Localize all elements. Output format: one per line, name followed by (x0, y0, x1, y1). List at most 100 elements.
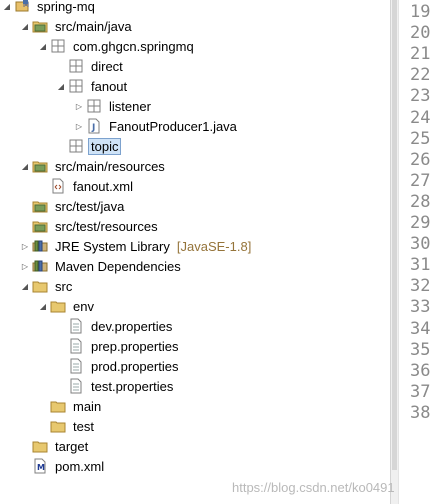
folder-icon (50, 418, 66, 434)
source-folder-icon (32, 198, 48, 214)
line-number: 28 (410, 191, 431, 212)
line-number: 35 (410, 339, 431, 360)
tree-item[interactable]: src/test/resources (20, 216, 161, 236)
tree-item-label: fanout (91, 78, 128, 94)
watermark: https://blog.csdn.net/ko0491 (232, 480, 395, 495)
tree-item[interactable]: direct (56, 56, 126, 76)
xml-file-icon (50, 178, 66, 194)
folder-icon (32, 438, 48, 454)
tree-item-label: pom.xml (55, 458, 105, 474)
folder-icon (50, 398, 66, 414)
properties-file-icon (68, 338, 84, 354)
tree-item[interactable]: fanout.xml (38, 176, 136, 196)
tree-item-label: dev.properties (91, 318, 173, 334)
tree-item[interactable]: ◢ src/main/resources (20, 156, 168, 176)
source-folder-icon (32, 18, 48, 34)
collapse-arrow-icon[interactable]: ▷ (20, 236, 30, 256)
tree-item-label: src/test/resources (55, 218, 158, 234)
expand-arrow-icon[interactable]: ◢ (56, 76, 66, 96)
tree-item-label: FanoutProducer1.java (109, 118, 237, 134)
package-explorer: ◢ Mspring-mq ◢ src/main/java ◢ com.ghgcn.spri… (0, 0, 390, 504)
tree-item[interactable]: prep.properties (56, 336, 181, 356)
package-icon (68, 138, 84, 154)
package-icon (86, 98, 102, 114)
tree-item-label: test.properties (91, 378, 174, 394)
tree-item[interactable]: topic (56, 136, 122, 156)
tree-item-label: topic (88, 137, 122, 155)
tree-item[interactable]: ◢ fanout (56, 76, 130, 96)
tree-item[interactable]: ▷ listener (74, 96, 154, 116)
maven-project-icon: M (14, 0, 30, 14)
tree-item-label: src (55, 278, 73, 294)
maven-pom-icon: M (32, 458, 48, 474)
line-number: 38 (410, 402, 431, 423)
tree-item-label: com.ghgcn.springmq (73, 38, 194, 54)
line-number: 22 (410, 65, 431, 86)
line-number: 37 (410, 381, 431, 402)
tree-item[interactable]: ▷ J FanoutProducer1.java (74, 116, 240, 136)
tree-item[interactable]: Mpom.xml (20, 456, 107, 476)
package-icon (50, 38, 66, 54)
line-number: 21 (410, 44, 431, 65)
properties-file-icon (68, 318, 84, 334)
svg-text:M: M (37, 463, 45, 472)
line-number: 34 (410, 318, 431, 339)
tree-item[interactable]: test (38, 416, 97, 436)
tree-item-label: direct (91, 58, 123, 74)
line-number: 30 (410, 234, 431, 255)
tree-item[interactable]: dev.properties (56, 316, 175, 336)
expand-arrow-icon[interactable]: ◢ (20, 276, 30, 296)
library-icon (32, 258, 48, 274)
tree-item-label: listener (109, 98, 151, 114)
line-number: 25 (410, 128, 431, 149)
expand-arrow-icon[interactable]: ◢ (2, 0, 12, 16)
expand-arrow-icon[interactable]: ◢ (38, 36, 48, 56)
tree-item[interactable]: ◢ Mspring-mq (2, 0, 98, 16)
package-icon (68, 58, 84, 74)
scrollbar-thumb[interactable] (392, 0, 397, 470)
tree-item[interactable]: ◢ com.ghgcn.springmq (38, 36, 197, 56)
vertical-scrollbar[interactable] (391, 0, 398, 504)
tree-item-label: target (55, 438, 89, 454)
tree-item[interactable]: ◢ src (20, 276, 75, 296)
tree-item-label: JRE System Library (55, 238, 170, 254)
tree-item-label: fanout.xml (73, 178, 133, 194)
line-number: 33 (410, 297, 431, 318)
properties-file-icon (68, 358, 84, 374)
tree-item[interactable]: ▷ JRE System Library [JavaSE-1.8] (20, 236, 251, 256)
tree-item[interactable]: test.properties (56, 376, 176, 396)
folder-icon (50, 298, 66, 314)
tree-item[interactable]: target (20, 436, 91, 456)
collapse-arrow-icon[interactable]: ▷ (74, 116, 84, 136)
line-number: 31 (410, 255, 431, 276)
tree-item[interactable]: ◢ src/main/java (20, 16, 135, 36)
tree-item[interactable]: main (38, 396, 104, 416)
expand-arrow-icon[interactable]: ◢ (20, 16, 30, 36)
collapse-arrow-icon[interactable]: ▷ (74, 96, 84, 116)
tree-item[interactable]: prod.properties (56, 356, 181, 376)
expand-arrow-icon[interactable]: ◢ (20, 156, 30, 176)
tree-item[interactable]: ◢ env (38, 296, 97, 316)
tree-item-label: src/main/resources (55, 158, 165, 174)
line-number: 19 (410, 2, 431, 22)
line-number: 36 (410, 360, 431, 381)
line-number: 24 (410, 107, 431, 128)
tree-item[interactable]: ▷ Maven Dependencies (20, 256, 184, 276)
line-number: 32 (410, 276, 431, 297)
line-number: 20 (410, 23, 431, 44)
tree-item[interactable]: src/test/java (20, 196, 127, 216)
tree-item-label: prod.properties (91, 358, 179, 374)
collapse-arrow-icon[interactable]: ▷ (20, 256, 30, 276)
expand-arrow-icon[interactable]: ◢ (38, 296, 48, 316)
package-icon (68, 78, 84, 94)
